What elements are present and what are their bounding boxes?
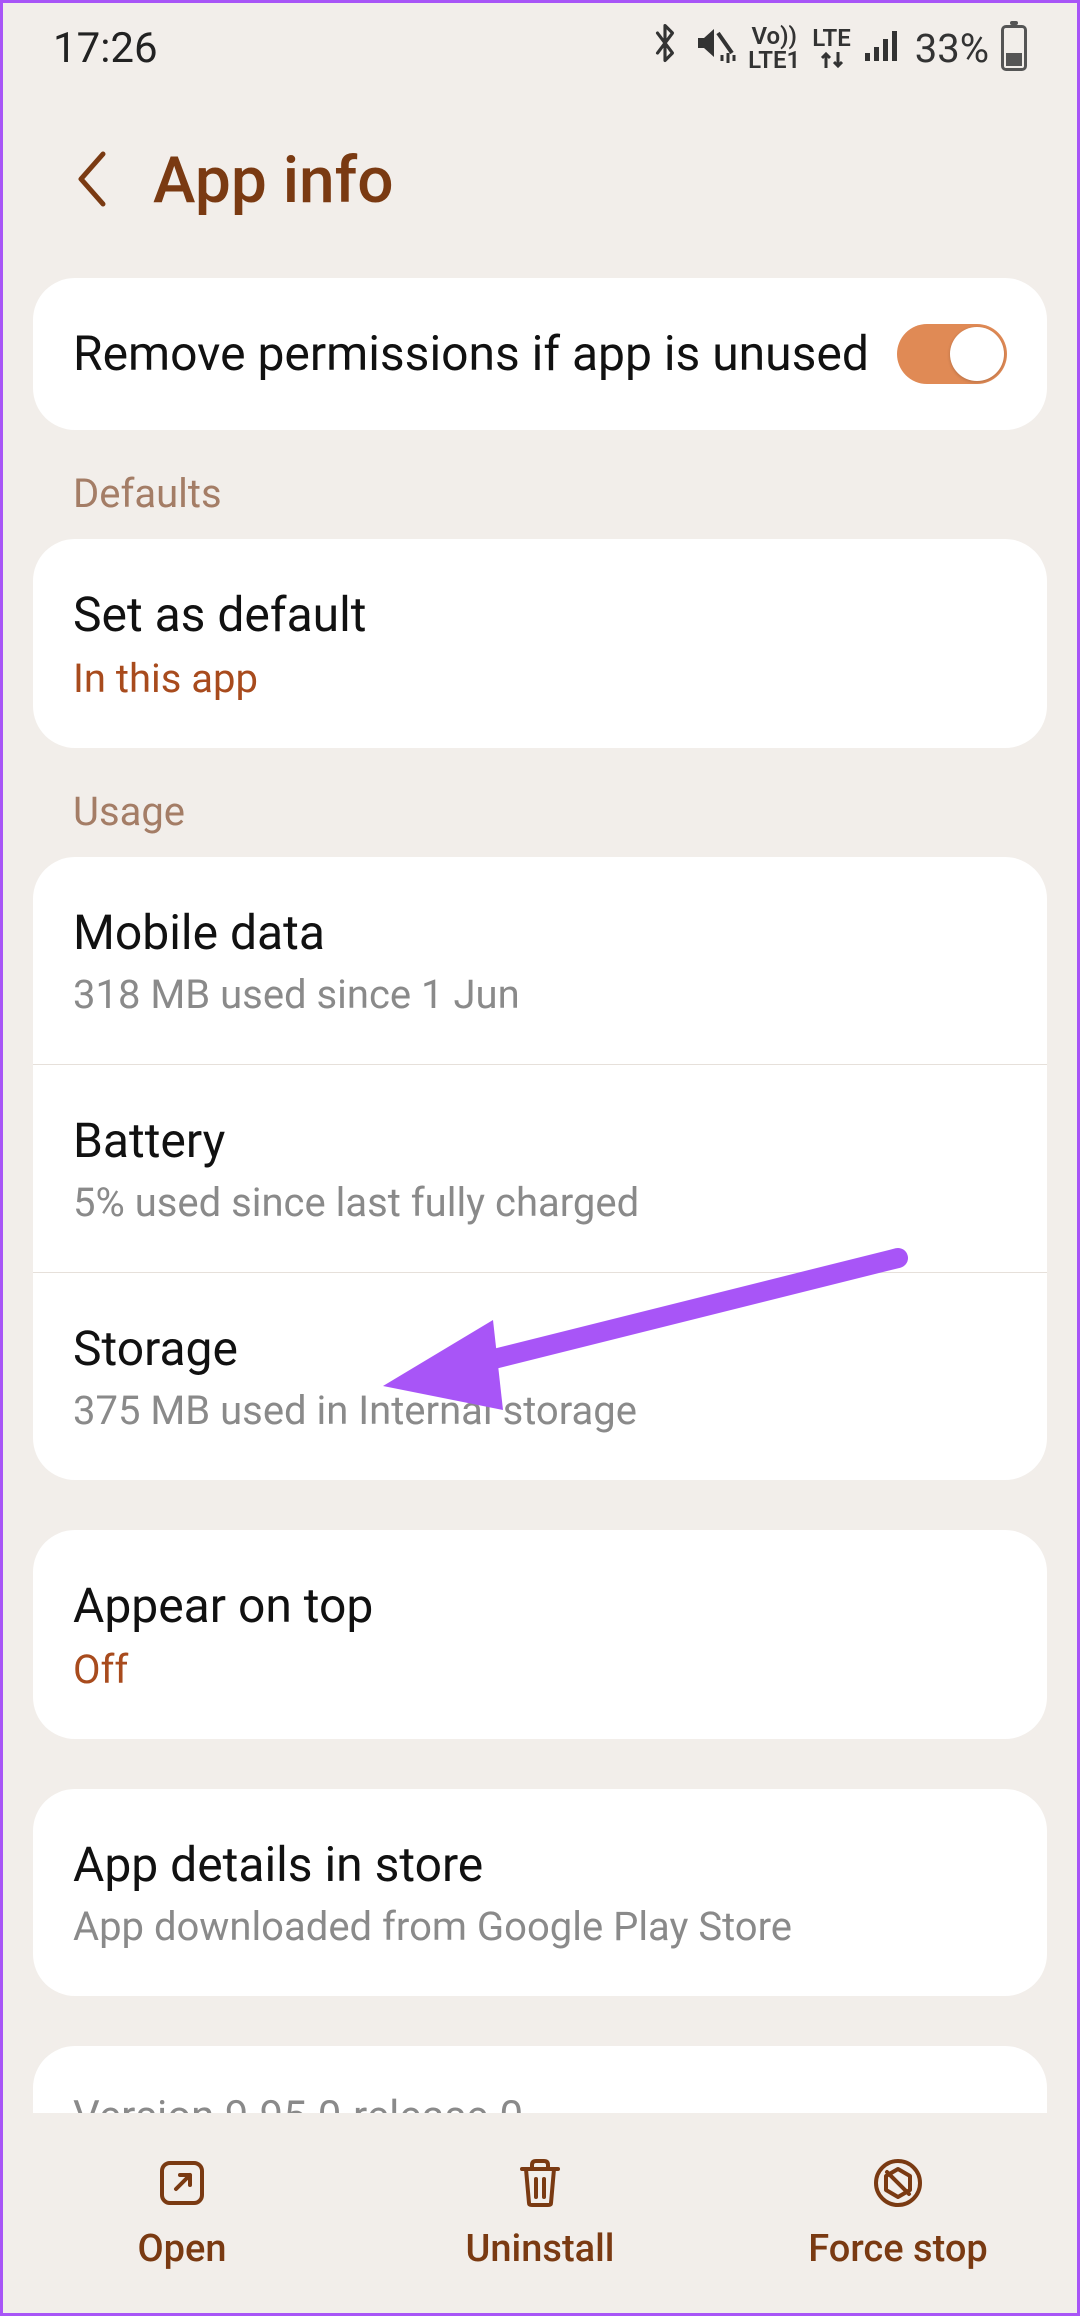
set-as-default-title: Set as default	[73, 585, 1007, 645]
app-details-title: App details in store	[73, 1835, 1007, 1895]
back-button[interactable]	[73, 148, 113, 214]
header: App info	[3, 93, 1077, 278]
storage-row[interactable]: Storage 375 MB used in Internal storage	[33, 1272, 1047, 1480]
signal-icon	[863, 23, 903, 73]
uninstall-button[interactable]: Uninstall	[361, 2113, 719, 2313]
battery-title: Battery	[73, 1111, 1007, 1171]
appear-on-top-card: Appear on top Off	[33, 1530, 1047, 1739]
appear-on-top-sub: Off	[73, 1646, 1007, 1693]
usage-card: Mobile data 318 MB used since 1 Jun Batt…	[33, 857, 1047, 1480]
lte-icon: LTE	[812, 26, 850, 70]
remove-permissions-card: Remove permissions if app is unused	[33, 278, 1047, 430]
battery-row[interactable]: Battery 5% used since last fully charged	[33, 1064, 1047, 1272]
force-stop-button[interactable]: Force stop	[719, 2113, 1077, 2313]
mobile-data-title: Mobile data	[73, 903, 1007, 963]
set-as-default-row[interactable]: Set as default In this app	[33, 539, 1047, 748]
force-stop-label: Force stop	[808, 2227, 988, 2271]
set-as-default-sub: In this app	[73, 655, 1007, 702]
app-details-sub: App downloaded from Google Play Store	[73, 1903, 1007, 1950]
battery-icon	[1001, 25, 1027, 71]
open-button[interactable]: Open	[3, 2113, 361, 2313]
page-title: App info	[153, 143, 394, 218]
volte-icon: Vo)) LTE1	[748, 24, 800, 72]
battery-percent: 33%	[915, 25, 989, 72]
app-details-card: App details in store App downloaded from…	[33, 1789, 1047, 1996]
trash-icon	[512, 2155, 568, 2215]
force-stop-icon	[870, 2155, 926, 2215]
mobile-data-row[interactable]: Mobile data 318 MB used since 1 Jun	[33, 857, 1047, 1064]
mobile-data-sub: 318 MB used since 1 Jun	[73, 971, 1007, 1018]
section-usage: Usage	[3, 748, 1077, 857]
remove-permissions-row[interactable]: Remove permissions if app is unused	[33, 278, 1047, 430]
storage-sub: 375 MB used in Internal storage	[73, 1387, 1007, 1434]
appear-on-top-row[interactable]: Appear on top Off	[33, 1530, 1047, 1739]
remove-permissions-title: Remove permissions if app is unused	[73, 324, 897, 384]
uninstall-label: Uninstall	[466, 2227, 615, 2271]
app-details-row[interactable]: App details in store App downloaded from…	[33, 1789, 1047, 1996]
storage-title: Storage	[73, 1319, 1007, 1379]
status-bar: 17:26 Vo)) LTE1 LTE	[3, 3, 1077, 93]
open-icon	[154, 2155, 210, 2215]
status-icons: Vo)) LTE1 LTE 33%	[650, 21, 1027, 75]
defaults-card: Set as default In this app	[33, 539, 1047, 748]
action-bar: Open Uninstall Force stop	[3, 2113, 1077, 2313]
remove-permissions-toggle[interactable]	[897, 324, 1007, 384]
section-defaults: Defaults	[3, 430, 1077, 539]
open-label: Open	[137, 2227, 226, 2271]
status-time: 17:26	[53, 24, 158, 73]
bluetooth-icon	[650, 21, 680, 75]
appear-on-top-title: Appear on top	[73, 1576, 1007, 1636]
battery-sub: 5% used since last fully charged	[73, 1179, 1007, 1226]
mute-vibrate-icon	[692, 21, 736, 75]
